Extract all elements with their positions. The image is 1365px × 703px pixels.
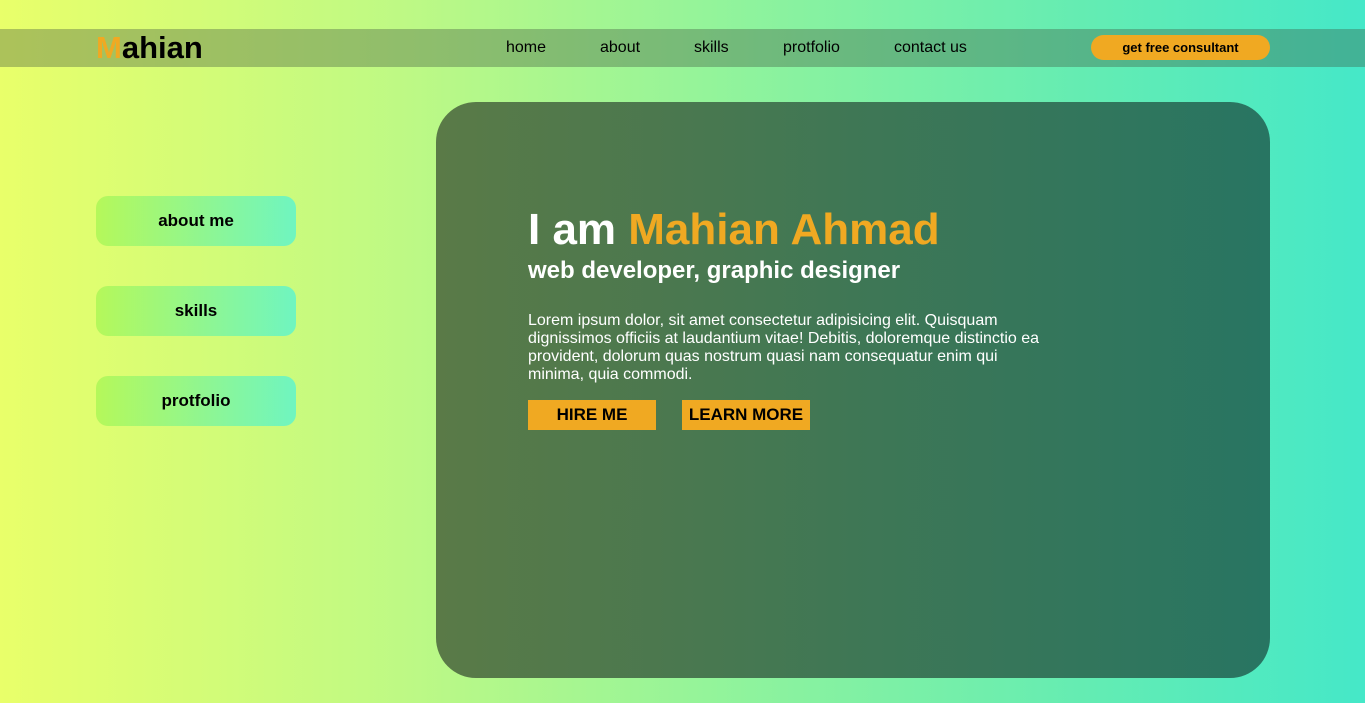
get-free-consultant-button[interactable]: get free consultant <box>1091 35 1270 60</box>
learn-more-button[interactable]: LEARN MORE <box>682 400 810 430</box>
nav-home[interactable]: home <box>506 38 546 58</box>
hero-title: I am Mahian Ahmad <box>528 205 940 255</box>
sidebar-item-about-me[interactable]: about me <box>96 196 296 246</box>
hero-title-prefix: I am <box>528 205 629 254</box>
nav-skills[interactable]: skills <box>694 38 729 58</box>
sidebar-item-skills[interactable]: skills <box>96 286 296 336</box>
logo[interactable]: Mahian <box>96 30 203 66</box>
logo-first-letter: M <box>96 30 122 65</box>
hire-me-button[interactable]: HIRE ME <box>528 400 656 430</box>
hero-card <box>436 102 1270 678</box>
nav-portfolio[interactable]: protfolio <box>783 38 840 58</box>
nav-contact[interactable]: contact us <box>894 38 967 58</box>
hero-title-name: Mahian Ahmad <box>628 205 940 254</box>
sidebar-item-portfolio[interactable]: protfolio <box>96 376 296 426</box>
logo-text: ahian <box>121 30 203 65</box>
hero-subtitle: web developer, graphic designer <box>528 257 901 284</box>
hero-description: Lorem ipsum dolor, sit amet consectetur … <box>528 312 1040 383</box>
nav-about[interactable]: about <box>600 38 640 58</box>
